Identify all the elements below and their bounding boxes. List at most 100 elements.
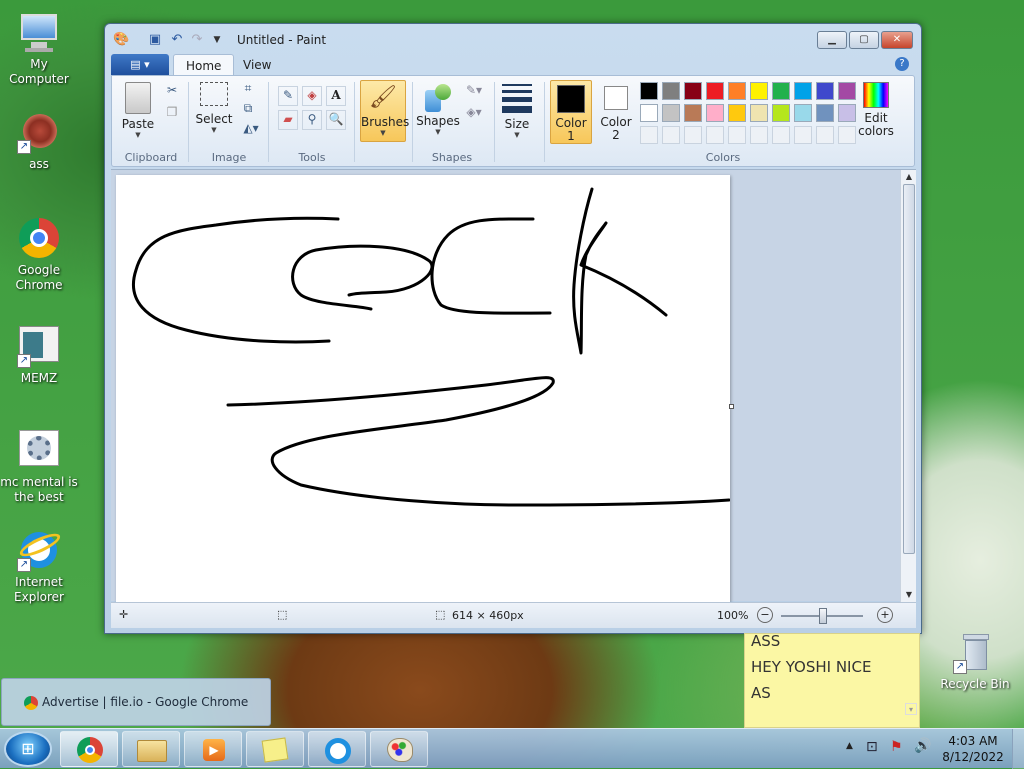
color-swatch[interactable] <box>750 82 768 100</box>
empty-color-swatch[interactable] <box>816 126 834 144</box>
cut-icon[interactable]: ✂ <box>164 82 180 98</box>
title-bar[interactable]: 🎨 ▣ ↶ ↷ ▼ Untitled - Paint ▁ ▢ ✕ <box>105 24 921 54</box>
help-icon[interactable]: ? <box>895 57 909 71</box>
zoom-slider-thumb[interactable] <box>819 608 827 624</box>
selection-rectangle-icon <box>200 82 228 106</box>
resize-icon[interactable]: ⧉ <box>240 100 256 116</box>
paste-button[interactable]: Paste ▼ <box>118 82 158 142</box>
color1-button[interactable]: Color 1 <box>550 80 592 144</box>
empty-color-swatch[interactable] <box>728 126 746 144</box>
color-swatch[interactable] <box>706 82 724 100</box>
color-swatch[interactable] <box>794 104 812 122</box>
vertical-scrollbar[interactable]: ▲ ▼ <box>900 170 916 602</box>
color-swatch[interactable] <box>750 104 768 122</box>
copy-icon[interactable]: ❐ <box>164 104 180 120</box>
note-scroll-icon[interactable]: ▾ <box>905 703 917 715</box>
customize-toolbar-icon[interactable]: ▼ <box>209 32 225 48</box>
fill-bucket-icon[interactable]: ◈ <box>302 86 322 106</box>
empty-color-swatch[interactable] <box>706 126 724 144</box>
zoom-in-button[interactable]: + <box>877 607 893 623</box>
empty-color-swatch[interactable] <box>772 126 790 144</box>
taskbar-thumbnail-popup[interactable]: Advertise | file.io - Google Chrome <box>1 678 271 726</box>
desktop-icon-mc-mental[interactable]: mc mental is the best <box>0 428 78 505</box>
desktop-icon-internet-explorer[interactable]: ↗ Internet Explorer <box>0 528 78 605</box>
eraser-icon[interactable]: ▰ <box>278 110 298 130</box>
rotate-icon[interactable]: ◭▾ <box>240 120 262 136</box>
taskbar-media-player-button[interactable]: ▶ <box>184 731 242 767</box>
taskbar-internet-explorer-button[interactable] <box>308 731 366 767</box>
desktop-icon-memz[interactable]: ↗ MEMZ <box>0 324 78 386</box>
taskbar-chrome-button[interactable] <box>60 731 118 767</box>
desktop-icon-my-computer[interactable]: My Computer <box>0 10 78 87</box>
network-icon[interactable]: ⊡ <box>866 739 878 755</box>
color-swatch[interactable] <box>728 104 746 122</box>
maximize-button[interactable]: ▢ <box>849 31 879 49</box>
undo-icon[interactable]: ↶ <box>169 32 185 48</box>
crop-icon[interactable]: ⌗ <box>240 80 256 96</box>
color-swatch[interactable] <box>794 82 812 100</box>
desktop-icon-recycle-bin[interactable]: ↗ Recycle Bin <box>936 630 1014 692</box>
sticky-note[interactable]: ASS HEY YOSHI NICE AS ▾ <box>744 632 920 728</box>
color-swatch[interactable] <box>640 104 658 122</box>
color-swatch[interactable] <box>816 82 834 100</box>
color-swatch[interactable] <box>706 104 724 122</box>
taskbar-explorer-button[interactable] <box>122 731 180 767</box>
paint-app-icon[interactable]: 🎨 <box>113 32 129 48</box>
color-picker-icon[interactable]: ⚲ <box>302 110 322 130</box>
tab-view[interactable]: View <box>231 54 283 76</box>
redo-icon[interactable]: ↷ <box>189 32 205 48</box>
size-button[interactable]: Size ▼ <box>500 82 534 142</box>
empty-color-swatch[interactable] <box>640 126 658 144</box>
shapes-button[interactable]: Shapes ▼ <box>416 82 460 142</box>
color-swatch[interactable] <box>772 104 790 122</box>
close-button[interactable]: ✕ <box>881 31 913 49</box>
scrollbar-thumb[interactable] <box>903 184 915 554</box>
select-button[interactable]: Select ▼ <box>194 82 234 142</box>
volume-icon[interactable]: 🔊 <box>914 738 931 754</box>
start-button[interactable]: ⊞ <box>4 731 52 767</box>
paint-window[interactable]: 🎨 ▣ ↶ ↷ ▼ Untitled - Paint ▁ ▢ ✕ ▤ ▾ Hom… <box>104 23 922 634</box>
clock[interactable]: 4:03 AM 8/12/2022 <box>940 733 1006 765</box>
resize-handle[interactable] <box>729 404 734 409</box>
empty-color-swatch[interactable] <box>794 126 812 144</box>
text-tool-icon[interactable]: A <box>326 86 346 106</box>
outline-icon[interactable]: ✎▾ <box>462 82 486 98</box>
scroll-down-arrow-icon[interactable]: ▼ <box>901 588 917 602</box>
taskbar-paint-button[interactable] <box>370 731 428 767</box>
show-hidden-icons-icon[interactable]: ▲ <box>846 741 853 751</box>
color-swatch[interactable] <box>662 82 680 100</box>
minimize-button[interactable]: ▁ <box>817 31 847 49</box>
color-swatch[interactable] <box>816 104 834 122</box>
empty-color-swatch[interactable] <box>838 126 856 144</box>
drawing-canvas[interactable] <box>116 175 734 602</box>
fill-icon[interactable]: ◈▾ <box>462 104 486 120</box>
taskbar-sticky-notes-button[interactable] <box>246 731 304 767</box>
color-swatch[interactable] <box>640 82 658 100</box>
color-swatch[interactable] <box>662 104 680 122</box>
empty-color-swatch[interactable] <box>662 126 680 144</box>
save-icon[interactable]: ▣ <box>147 32 163 48</box>
canvas-work-area[interactable]: ▲ ▼ <box>111 169 916 602</box>
edit-colors-button[interactable]: Edit colors <box>856 80 896 144</box>
show-desktop-button[interactable] <box>1012 729 1024 769</box>
zoom-out-button[interactable]: − <box>757 607 773 623</box>
empty-color-swatch[interactable] <box>750 126 768 144</box>
empty-color-swatch[interactable] <box>684 126 702 144</box>
magnifier-icon[interactable]: 🔍 <box>326 110 346 130</box>
brushes-button[interactable]: 🖌 Brushes ▼ <box>360 80 409 142</box>
tab-home[interactable]: Home <box>173 54 235 76</box>
desktop-icon-google-chrome[interactable]: Google Chrome <box>0 216 78 293</box>
action-center-icon[interactable]: ⚑ <box>890 739 903 755</box>
scroll-up-arrow-icon[interactable]: ▲ <box>901 170 917 184</box>
zoom-slider[interactable] <box>781 608 863 624</box>
color2-button[interactable]: Color 2 <box>596 80 636 144</box>
color-swatch[interactable] <box>684 82 702 100</box>
desktop-icon-ass[interactable]: ↗ ass <box>0 110 78 172</box>
color-swatch[interactable] <box>838 104 856 122</box>
color-swatch[interactable] <box>772 82 790 100</box>
color-swatch[interactable] <box>684 104 702 122</box>
pencil-icon[interactable]: ✎ <box>278 86 298 106</box>
paint-menu-button[interactable]: ▤ ▾ <box>111 54 169 75</box>
color-swatch[interactable] <box>838 82 856 100</box>
color-swatch[interactable] <box>728 82 746 100</box>
